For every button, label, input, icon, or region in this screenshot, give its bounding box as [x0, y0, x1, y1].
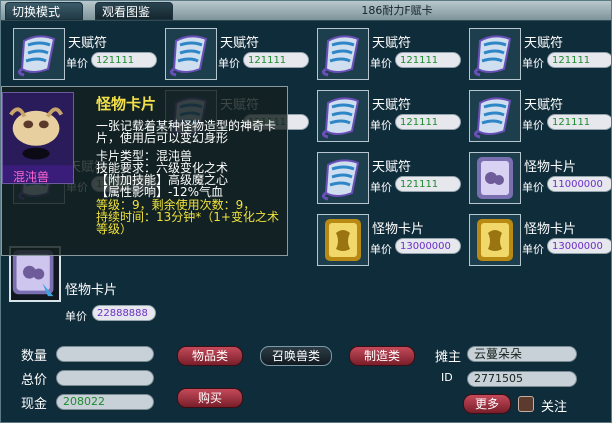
item-name: 天赋符 [68, 36, 108, 51]
item-price-value: 121111 [395, 114, 461, 130]
item-icon[interactable] [317, 28, 369, 80]
item-icon[interactable] [469, 152, 521, 204]
item-name: 怪物卡片 [524, 222, 577, 237]
item-price-value: 121111 [547, 52, 611, 68]
quantity-input[interactable] [56, 346, 154, 362]
selected-price-value: 22888888 [92, 305, 156, 321]
talent-scroll-icon [318, 29, 368, 79]
talent-scroll-icon [166, 29, 216, 79]
tooltip-portrait: 混沌兽 [2, 92, 74, 184]
monster-card-icon [470, 153, 520, 203]
item-price-label: 单价 [522, 119, 544, 132]
item-name: 怪物卡片 [524, 160, 577, 175]
item-icon[interactable] [469, 90, 521, 142]
cash-label: 现金 [21, 397, 48, 412]
selected-price-label: 单价 [65, 310, 87, 323]
item-icon[interactable] [317, 152, 369, 204]
gold-monster-card-icon [470, 215, 520, 265]
item-price-label: 单价 [370, 119, 392, 132]
item-price-value: 121111 [395, 176, 461, 192]
item-price-value: 13000000 [547, 238, 611, 254]
selected-item-name: 怪物卡片 [65, 283, 118, 298]
item-icon[interactable] [469, 214, 521, 266]
tooltip-title: 怪物卡片 [96, 95, 157, 113]
tooltip-attribute-effect: 【属性影响】-12%气血 [96, 185, 224, 199]
tooltip-portrait-label: 混沌兽 [13, 170, 50, 184]
item-price-value: 11000000 [547, 176, 611, 192]
item-price-value: 121111 [395, 52, 461, 68]
item-price-value: 13000000 [395, 238, 461, 254]
item-icon[interactable] [165, 28, 217, 80]
item-price-label: 单价 [218, 57, 240, 70]
talent-scroll-icon [14, 29, 64, 79]
item-price-label: 单价 [66, 57, 88, 70]
item-slot[interactable]: 怪物卡片单价 11000000 [469, 152, 611, 210]
tooltip-duration: 持续时间：13分钟*（1+变化之术等级） [96, 210, 279, 236]
id-label: ID [441, 371, 453, 384]
item-price-value: 121111 [91, 52, 157, 68]
tab-switch-mode[interactable]: 切换模式 [5, 2, 83, 20]
owner-field: 云蔓朵朵 [467, 346, 577, 362]
top-bar: 切换模式 观看图鉴 186耐力F赋卡 [1, 1, 611, 21]
item-price-label: 单价 [370, 181, 392, 194]
item-icon[interactable] [317, 214, 369, 266]
stall-window: 切换模式 观看图鉴 186耐力F赋卡 天赋符 单价 121111 天赋符 单价 1211… [0, 0, 612, 423]
item-name: 天赋符 [220, 36, 260, 51]
talent-scroll-icon [318, 91, 368, 141]
item-price-label: 单价 [522, 57, 544, 70]
item-name: 天赋符 [524, 36, 564, 51]
item-name: 天赋符 [524, 98, 564, 113]
item-name: 怪物卡片 [372, 222, 425, 237]
talent-scroll-icon [318, 153, 368, 203]
item-price-value: 121111 [243, 52, 309, 68]
item-slot[interactable]: 天赋符单价121111 [317, 90, 465, 148]
craft-category-button[interactable]: 制造类 [349, 346, 415, 366]
item-slot[interactable]: 天赋符单价121111 [317, 28, 465, 86]
item-price-label: 单价 [522, 243, 544, 256]
item-slot[interactable]: 怪物卡片单价 13000000 [469, 214, 611, 272]
item-slot[interactable]: 天赋符单价121111 [469, 90, 611, 148]
more-button[interactable]: 更多 [463, 394, 511, 414]
item-name: 天赋符 [372, 98, 412, 113]
item-price-label: 单价 [370, 57, 392, 70]
total-price-label: 总价 [21, 373, 48, 388]
item-tooltip: 混沌兽 怪物卡片 一张记载着某种怪物造型的神奇卡片，使用后可以变幻身形 卡片类型… [1, 86, 288, 256]
talent-scroll-icon [470, 29, 520, 79]
buy-button[interactable]: 购买 [177, 388, 243, 408]
item-slot[interactable]: 天赋符单价121111 [317, 152, 465, 210]
item-slot[interactable]: 天赋符单价121111 [165, 28, 313, 86]
cash-field: 208022 [56, 394, 154, 410]
item-icon[interactable] [469, 28, 521, 80]
talent-scroll-icon [470, 91, 520, 141]
id-field: 2771505 [467, 371, 577, 387]
item-name: 天赋符 [372, 160, 412, 175]
item-name: 天赋符 [372, 36, 412, 51]
items-category-button[interactable]: 物品类 [177, 346, 243, 366]
owner-label: 摊主 [435, 350, 462, 365]
follow-checkbox[interactable] [518, 396, 534, 412]
item-icon[interactable] [13, 28, 65, 80]
item-price-label: 单价 [370, 243, 392, 256]
stall-title: 186耐力F赋卡 [361, 4, 433, 17]
item-slot[interactable]: 天赋符单价121111 [13, 28, 161, 86]
tab-view-gallery[interactable]: 观看图鉴 [95, 2, 173, 20]
tooltip-description: 一张记载着某种怪物造型的神奇卡片，使用后可以变幻身形 [96, 119, 277, 145]
item-price-value: 121111 [547, 114, 611, 130]
item-price-label: 单价 [522, 181, 544, 194]
total-price-field [56, 370, 154, 386]
quantity-label: 数量 [21, 349, 48, 364]
item-icon[interactable] [317, 90, 369, 142]
follow-label: 关注 [541, 400, 568, 415]
summon-category-button[interactable]: 召唤兽类 [260, 346, 332, 366]
item-slot[interactable]: 天赋符单价121111 [469, 28, 611, 86]
gold-monster-card-icon [318, 215, 368, 265]
item-slot[interactable]: 怪物卡片单价 13000000 [317, 214, 465, 272]
